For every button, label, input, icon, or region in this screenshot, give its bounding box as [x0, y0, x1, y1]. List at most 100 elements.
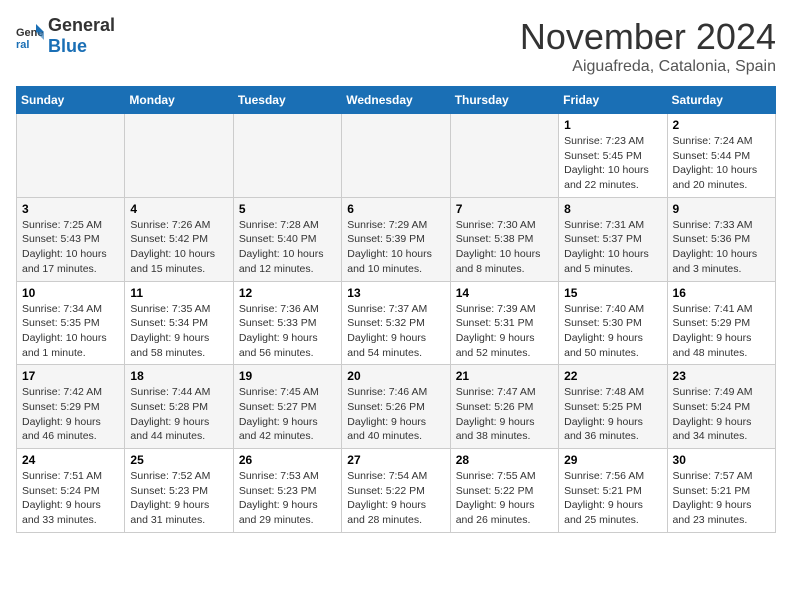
logo-icon: Gene ral — [16, 22, 44, 50]
calendar-table: SundayMondayTuesdayWednesdayThursdayFrid… — [16, 86, 776, 533]
day-number: 1 — [564, 118, 661, 132]
day-number: 24 — [22, 453, 119, 467]
title-area: November 2024 Aiguafreda, Catalonia, Spa… — [520, 16, 776, 76]
day-number: 30 — [673, 453, 770, 467]
day-number: 8 — [564, 202, 661, 216]
svg-text:ral: ral — [16, 39, 29, 50]
day-header-sunday: Sunday — [17, 87, 125, 114]
day-info: Sunrise: 7:24 AMSunset: 5:44 PMDaylight:… — [673, 134, 770, 193]
day-number: 3 — [22, 202, 119, 216]
day-info: Sunrise: 7:39 AMSunset: 5:31 PMDaylight:… — [456, 302, 553, 361]
calendar-cell: 19 Sunrise: 7:45 AMSunset: 5:27 PMDayligh… — [233, 365, 341, 449]
day-info: Sunrise: 7:45 AMSunset: 5:27 PMDaylight:… — [239, 385, 336, 444]
day-info: Sunrise: 7:41 AMSunset: 5:29 PMDaylight:… — [673, 302, 770, 361]
calendar-cell: 13 Sunrise: 7:37 AMSunset: 5:32 PMDayligh… — [342, 281, 450, 365]
day-number: 17 — [22, 369, 119, 383]
day-info: Sunrise: 7:40 AMSunset: 5:30 PMDaylight:… — [564, 302, 661, 361]
day-info: Sunrise: 7:48 AMSunset: 5:25 PMDaylight:… — [564, 385, 661, 444]
day-number: 27 — [347, 453, 444, 467]
logo-blue-text: Blue — [48, 36, 87, 56]
day-number: 11 — [130, 286, 227, 300]
calendar-cell: 15 Sunrise: 7:40 AMSunset: 5:30 PMDayligh… — [559, 281, 667, 365]
day-info: Sunrise: 7:44 AMSunset: 5:28 PMDaylight:… — [130, 385, 227, 444]
day-number: 18 — [130, 369, 227, 383]
calendar-cell: 2 Sunrise: 7:24 AMSunset: 5:44 PMDaylight… — [667, 114, 775, 198]
day-info: Sunrise: 7:57 AMSunset: 5:21 PMDaylight:… — [673, 469, 770, 528]
day-info: Sunrise: 7:25 AMSunset: 5:43 PMDaylight:… — [22, 218, 119, 277]
calendar-cell: 5 Sunrise: 7:28 AMSunset: 5:40 PMDaylight… — [233, 197, 341, 281]
calendar-cell: 9Sunrise: 7:33 AMSunset: 5:36 PMDaylight… — [667, 197, 775, 281]
day-info: Sunrise: 7:54 AMSunset: 5:22 PMDaylight:… — [347, 469, 444, 528]
day-number: 22 — [564, 369, 661, 383]
calendar-cell: 8 Sunrise: 7:31 AMSunset: 5:37 PMDaylight… — [559, 197, 667, 281]
calendar-cell: 4 Sunrise: 7:26 AMSunset: 5:42 PMDaylight… — [125, 197, 233, 281]
day-number: 19 — [239, 369, 336, 383]
calendar-cell: 6Sunrise: 7:29 AMSunset: 5:39 PMDaylight… — [342, 197, 450, 281]
day-header-tuesday: Tuesday — [233, 87, 341, 114]
day-info: Sunrise: 7:56 AMSunset: 5:21 PMDaylight:… — [564, 469, 661, 528]
calendar-cell: 17Sunrise: 7:42 AMSunset: 5:29 PMDayligh… — [17, 365, 125, 449]
day-info: Sunrise: 7:35 AMSunset: 5:34 PMDaylight:… — [130, 302, 227, 361]
day-number: 2 — [673, 118, 770, 132]
day-number: 16 — [673, 286, 770, 300]
calendar-cell: 23Sunrise: 7:49 AMSunset: 5:24 PMDayligh… — [667, 365, 775, 449]
calendar-cell — [125, 114, 233, 198]
day-number: 9 — [673, 202, 770, 216]
day-info: Sunrise: 7:28 AMSunset: 5:40 PMDaylight:… — [239, 218, 336, 277]
day-info: Sunrise: 7:36 AMSunset: 5:33 PMDaylight:… — [239, 302, 336, 361]
day-header-saturday: Saturday — [667, 87, 775, 114]
day-number: 14 — [456, 286, 553, 300]
day-number: 26 — [239, 453, 336, 467]
day-number: 23 — [673, 369, 770, 383]
calendar-cell: 26 Sunrise: 7:53 AMSunset: 5:23 PMDayligh… — [233, 449, 341, 533]
calendar-cell: 24 Sunrise: 7:51 AMSunset: 5:24 PMDayligh… — [17, 449, 125, 533]
day-info: Sunrise: 7:37 AMSunset: 5:32 PMDaylight:… — [347, 302, 444, 361]
day-header-monday: Monday — [125, 87, 233, 114]
calendar-cell: 12Sunrise: 7:36 AMSunset: 5:33 PMDayligh… — [233, 281, 341, 365]
day-number: 29 — [564, 453, 661, 467]
day-info: Sunrise: 7:26 AMSunset: 5:42 PMDaylight:… — [130, 218, 227, 277]
calendar-cell: 27 Sunrise: 7:54 AMSunset: 5:22 PMDayligh… — [342, 449, 450, 533]
day-info: Sunrise: 7:55 AMSunset: 5:22 PMDaylight:… — [456, 469, 553, 528]
day-header-wednesday: Wednesday — [342, 87, 450, 114]
header: Gene ral General Blue November 2024 Aigu… — [16, 16, 776, 76]
calendar-cell: 7Sunrise: 7:30 AMSunset: 5:38 PMDaylight… — [450, 197, 558, 281]
day-number: 28 — [456, 453, 553, 467]
calendar-cell: 21 Sunrise: 7:47 AMSunset: 5:26 PMDayligh… — [450, 365, 558, 449]
day-info: Sunrise: 7:51 AMSunset: 5:24 PMDaylight:… — [22, 469, 119, 528]
calendar-cell: 11 Sunrise: 7:35 AMSunset: 5:34 PMDayligh… — [125, 281, 233, 365]
day-info: Sunrise: 7:31 AMSunset: 5:37 PMDaylight:… — [564, 218, 661, 277]
day-number: 4 — [130, 202, 227, 216]
calendar-week-row: 17Sunrise: 7:42 AMSunset: 5:29 PMDayligh… — [17, 365, 776, 449]
day-number: 20 — [347, 369, 444, 383]
calendar-cell: 30 Sunrise: 7:57 AMSunset: 5:21 PMDayligh… — [667, 449, 775, 533]
day-number: 25 — [130, 453, 227, 467]
calendar-cell: 14 Sunrise: 7:39 AMSunset: 5:31 PMDayligh… — [450, 281, 558, 365]
day-info: Sunrise: 7:47 AMSunset: 5:26 PMDaylight:… — [456, 385, 553, 444]
calendar-week-row: 24 Sunrise: 7:51 AMSunset: 5:24 PMDayligh… — [17, 449, 776, 533]
calendar-cell: 3 Sunrise: 7:25 AMSunset: 5:43 PMDaylight… — [17, 197, 125, 281]
calendar-cell: 20Sunrise: 7:46 AMSunset: 5:26 PMDayligh… — [342, 365, 450, 449]
day-info: Sunrise: 7:53 AMSunset: 5:23 PMDaylight:… — [239, 469, 336, 528]
day-info: Sunrise: 7:23 AMSunset: 5:45 PMDaylight:… — [564, 134, 661, 193]
day-number: 21 — [456, 369, 553, 383]
day-number: 15 — [564, 286, 661, 300]
calendar-week-row: 1 Sunrise: 7:23 AMSunset: 5:45 PMDaylight… — [17, 114, 776, 198]
month-title: November 2024 — [520, 16, 776, 58]
calendar-cell: 28 Sunrise: 7:55 AMSunset: 5:22 PMDayligh… — [450, 449, 558, 533]
calendar-cell: 18 Sunrise: 7:44 AMSunset: 5:28 PMDayligh… — [125, 365, 233, 449]
calendar-cell — [17, 114, 125, 198]
day-number: 5 — [239, 202, 336, 216]
day-info: Sunrise: 7:34 AMSunset: 5:35 PMDaylight:… — [22, 302, 119, 361]
day-info: Sunrise: 7:52 AMSunset: 5:23 PMDaylight:… — [130, 469, 227, 528]
calendar-cell — [450, 114, 558, 198]
day-number: 13 — [347, 286, 444, 300]
day-number: 7 — [456, 202, 553, 216]
day-header-thursday: Thursday — [450, 87, 558, 114]
day-header-friday: Friday — [559, 87, 667, 114]
calendar-cell: 16 Sunrise: 7:41 AMSunset: 5:29 PMDayligh… — [667, 281, 775, 365]
calendar-cell: 1 Sunrise: 7:23 AMSunset: 5:45 PMDaylight… — [559, 114, 667, 198]
location: Aiguafreda, Catalonia, Spain — [520, 58, 776, 76]
calendar-cell: 22 Sunrise: 7:48 AMSunset: 5:25 PMDayligh… — [559, 365, 667, 449]
day-info: Sunrise: 7:29 AMSunset: 5:39 PMDaylight:… — [347, 218, 444, 277]
